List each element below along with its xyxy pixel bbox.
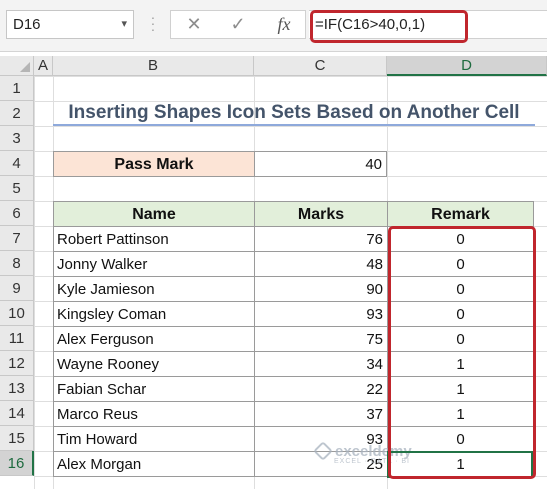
pass-mark-label[interactable]: Pass Mark xyxy=(53,151,255,177)
name-cell[interactable]: Alex Morgan xyxy=(53,451,255,477)
column-header-d[interactable]: D xyxy=(387,56,547,76)
row-header-8[interactable]: 8 xyxy=(0,251,34,276)
name-cell[interactable]: Alex Ferguson xyxy=(53,326,255,352)
insert-function-icon[interactable]: fx xyxy=(271,11,297,38)
name-cell[interactable]: Kyle Jamieson xyxy=(53,276,255,302)
row-header-3[interactable]: 3 xyxy=(0,126,34,151)
row-header-2[interactable]: 2 xyxy=(0,101,34,126)
header-name[interactable]: Name xyxy=(53,201,255,227)
row-header-14[interactable]: 14 xyxy=(0,401,34,426)
enter-icon[interactable]: ✓ xyxy=(227,11,249,38)
name-cell[interactable]: Fabian Schar xyxy=(53,376,255,402)
cancel-icon[interactable]: ✕ xyxy=(183,11,205,38)
marks-cell[interactable]: 37 xyxy=(254,401,388,427)
row-header-5[interactable]: 5 xyxy=(0,176,34,201)
remark-highlight-box xyxy=(388,226,536,479)
marks-cell[interactable]: 34 xyxy=(254,351,388,377)
pass-mark-value[interactable]: 40 xyxy=(254,151,387,177)
row-header-1[interactable]: 1 xyxy=(0,76,34,101)
column-header-b[interactable]: B xyxy=(53,56,254,76)
name-cell[interactable]: Jonny Walker xyxy=(53,251,255,277)
name-cell[interactable]: Marco Reus xyxy=(53,401,255,427)
marks-cell[interactable]: 75 xyxy=(254,326,388,352)
marks-cell[interactable]: 90 xyxy=(254,276,388,302)
name-box-value: D16 xyxy=(13,16,41,33)
formula-highlight-box xyxy=(310,10,468,43)
row-header-7[interactable]: 7 xyxy=(0,226,34,251)
row-header-13[interactable]: 13 xyxy=(0,376,34,401)
chevron-down-icon[interactable]: ▾ xyxy=(121,11,127,38)
column-header-c[interactable]: C xyxy=(254,56,387,76)
column-header-a[interactable]: A xyxy=(34,56,53,76)
row-header-6[interactable]: 6 xyxy=(0,201,34,226)
marks-cell[interactable]: 76 xyxy=(254,226,388,252)
row-header-11[interactable]: 11 xyxy=(0,326,34,351)
exceldemy-logo-icon xyxy=(313,441,333,461)
header-marks[interactable]: Marks xyxy=(254,201,388,227)
row-header-12[interactable]: 12 xyxy=(0,351,34,376)
header-remark[interactable]: Remark xyxy=(387,201,534,227)
name-cell[interactable]: Wayne Rooney xyxy=(53,351,255,377)
select-all-corner[interactable] xyxy=(0,56,34,76)
drag-handle-icon[interactable]: · · · xyxy=(150,10,156,36)
sheet-title[interactable]: Inserting Shapes Icon Sets Based on Anot… xyxy=(53,101,535,126)
marks-cell[interactable]: 93 xyxy=(254,301,388,327)
formula-buttons: ✕ ✓ fx xyxy=(170,10,306,39)
row-header-9[interactable]: 9 xyxy=(0,276,34,301)
row-header-10[interactable]: 10 xyxy=(0,301,34,326)
row-header-4[interactable]: 4 xyxy=(0,151,34,176)
name-cell[interactable]: Kingsley Coman xyxy=(53,301,255,327)
marks-cell[interactable]: 48 xyxy=(254,251,388,277)
marks-cell[interactable]: 22 xyxy=(254,376,388,402)
row-header-16[interactable]: 16 xyxy=(0,451,34,476)
name-cell[interactable]: Tim Howard xyxy=(53,426,255,452)
name-cell[interactable]: Robert Pattinson xyxy=(53,226,255,252)
name-box[interactable]: D16 ▾ xyxy=(6,10,134,39)
row-header-15[interactable]: 15 xyxy=(0,426,34,451)
